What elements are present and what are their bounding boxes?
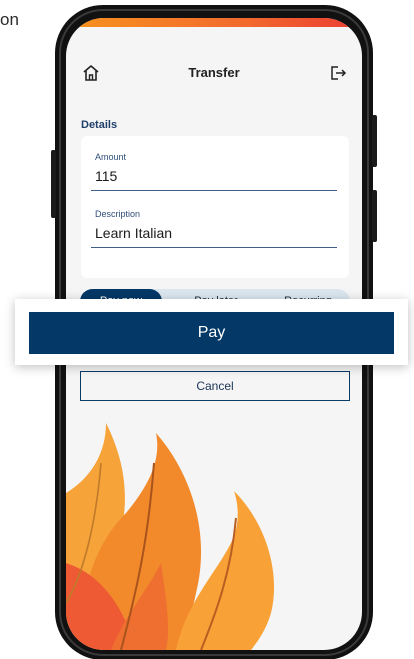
brand-strip bbox=[66, 18, 362, 27]
pay-callout: Pay bbox=[15, 299, 408, 365]
details-section-label: Details bbox=[81, 119, 118, 131]
details-card: Amount 115 Description Learn Italian bbox=[81, 136, 349, 278]
phone-side-button bbox=[51, 150, 56, 218]
pay-button[interactable]: Pay bbox=[29, 312, 394, 354]
app-header: Transfer bbox=[66, 56, 362, 86]
logout-icon[interactable] bbox=[329, 64, 347, 82]
description-field[interactable]: Description Learn Italian bbox=[91, 209, 337, 248]
phone-side-button bbox=[372, 115, 377, 167]
phone-side-button bbox=[372, 190, 377, 242]
amount-field[interactable]: Amount 115 bbox=[91, 152, 337, 191]
page-title: Transfer bbox=[188, 65, 240, 80]
amount-underline bbox=[91, 190, 337, 191]
cancel-button[interactable]: Cancel bbox=[80, 371, 350, 401]
background-text: on bbox=[0, 10, 19, 29]
description-value[interactable]: Learn Italian bbox=[95, 225, 337, 247]
flame-illustration bbox=[66, 423, 275, 650]
stage: on Transfer Details Amount 115 Descripti… bbox=[0, 0, 414, 659]
amount-value[interactable]: 115 bbox=[95, 168, 337, 190]
description-label: Description bbox=[95, 209, 141, 219]
amount-label: Amount bbox=[95, 152, 127, 162]
description-underline bbox=[91, 247, 337, 248]
